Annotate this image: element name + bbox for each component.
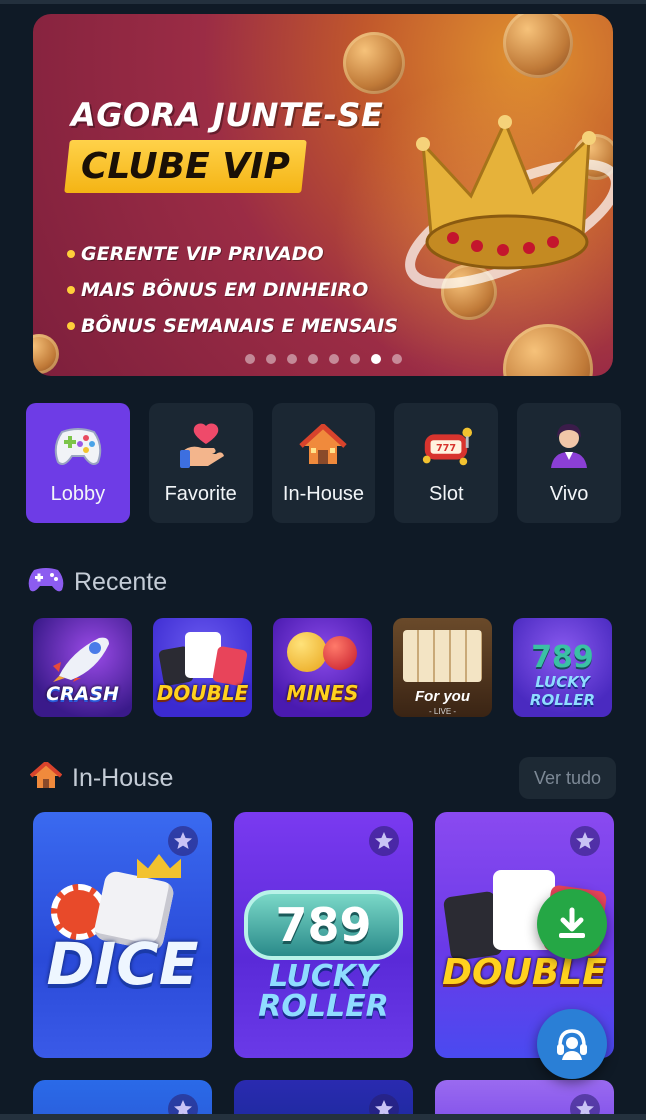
slot-reels — [403, 630, 482, 682]
banner-tag-label: CLUBE VIP — [81, 146, 290, 187]
house-icon — [296, 421, 350, 471]
game-name: For you — [415, 688, 470, 705]
tab-label: Favorite — [164, 483, 237, 505]
banner-bullet-text: BÔNUS SEMANAIS E MENSAIS — [81, 315, 399, 337]
slot-number: 789 — [531, 640, 594, 675]
bullet-dot — [67, 322, 75, 330]
banner-tag: CLUBE VIP — [64, 140, 307, 193]
category-tabs: Lobby Favorite In-House 777 Slot Vivo — [26, 403, 621, 523]
support-button[interactable] — [537, 1009, 607, 1079]
tab-vivo[interactable]: Vivo — [517, 403, 621, 523]
inhouse-games-grid: DICE 789 LUCKY ROLLER DOUBLE — [33, 812, 614, 1058]
favorite-star-icon[interactable] — [168, 826, 198, 856]
banner-title: AGORA JUNTE-SE — [71, 96, 384, 134]
game-name: DICE — [46, 930, 199, 998]
tab-lobby[interactable]: Lobby — [26, 403, 130, 523]
live-dealer-icon — [542, 421, 596, 471]
game-name: DOUBLE — [442, 952, 607, 993]
coin-decoration — [33, 334, 59, 374]
recent-game-lucky-roller[interactable]: 789 LUCKY ROLLER — [513, 618, 612, 717]
carousel-dot-active[interactable] — [371, 354, 381, 364]
tab-label: In-House — [282, 483, 365, 505]
coin-decoration — [503, 14, 573, 78]
recent-games-row: CRASH DOUBLE MINES For you - LIVE - 789 … — [33, 618, 612, 717]
favorite-star-icon[interactable] — [570, 826, 600, 856]
carousel-dot[interactable] — [392, 354, 402, 364]
coin-icon — [287, 632, 327, 672]
crown-icon — [137, 854, 181, 878]
promo-banner[interactable]: AGORA JUNTE-SE CLUBE VIP GERENTE VIP PRI… — [33, 14, 613, 376]
heart-hand-icon — [174, 421, 228, 471]
coin-decoration — [343, 32, 405, 94]
recent-section-header: Recente — [28, 566, 167, 599]
carousel-dot[interactable] — [308, 354, 318, 364]
section-title: Recente — [74, 568, 168, 596]
tab-in-house[interactable]: In-House — [271, 403, 376, 523]
tab-slot[interactable]: 777 Slot — [394, 403, 499, 523]
gamepad-icon — [28, 566, 64, 599]
tab-label: Slot — [429, 483, 464, 505]
carousel-dot[interactable] — [245, 354, 255, 364]
banner-bullet-text: MAIS BÔNUS EM DINHEIRO — [81, 279, 369, 301]
game-name: LUCKY ROLLER — [529, 673, 596, 709]
bullet-dot — [67, 250, 75, 258]
inhouse-section-header: In-House — [29, 761, 174, 795]
gamepad-icon — [51, 421, 105, 471]
carousel-dot[interactable] — [266, 354, 276, 364]
svg-text:777: 777 — [436, 443, 456, 454]
game-name: LUCKY ROLLER — [258, 959, 389, 1024]
house-icon — [29, 761, 63, 795]
tab-favorite[interactable]: Favorite — [148, 403, 253, 523]
download-icon — [559, 907, 585, 938]
carousel-dot[interactable] — [350, 354, 360, 364]
recent-game-for-you[interactable]: For you - LIVE - — [393, 618, 492, 717]
banner-bullet: MAIS BÔNUS EM DINHEIRO — [67, 272, 398, 308]
headset-icon — [557, 1029, 587, 1060]
download-button[interactable] — [537, 889, 607, 959]
favorite-star-icon[interactable] — [369, 826, 399, 856]
tab-label: Lobby — [50, 483, 106, 505]
bomb-icon — [323, 636, 357, 670]
carousel-dot[interactable] — [329, 354, 339, 364]
live-tag: - LIVE - — [428, 707, 457, 716]
game-name: CRASH — [46, 683, 119, 705]
game-name: DOUBLE — [156, 681, 249, 705]
see-all-button[interactable]: Ver tudo — [519, 757, 616, 799]
recent-game-double[interactable]: DOUBLE — [153, 618, 252, 717]
tab-label: Vivo — [549, 483, 589, 505]
recent-game-crash[interactable]: CRASH — [33, 618, 132, 717]
bottom-divider — [0, 1114, 646, 1120]
recent-game-mines[interactable]: MINES — [273, 618, 372, 717]
slot-machine-icon: 777 — [419, 421, 473, 471]
section-title: In-House — [72, 764, 174, 792]
bullet-dot — [67, 286, 75, 294]
banner-bullet-text: GERENTE VIP PRIVADO — [81, 243, 324, 265]
banner-bullet: GERENTE VIP PRIVADO — [67, 236, 398, 272]
carousel-dot[interactable] — [287, 354, 297, 364]
slot-number: 789 — [275, 898, 372, 952]
game-card-dice[interactable]: DICE — [33, 812, 212, 1058]
banner-bullets: GERENTE VIP PRIVADO MAIS BÔNUS EM DINHEI… — [67, 236, 398, 344]
crown-icon — [405, 115, 613, 289]
rocket-icon — [53, 637, 109, 682]
top-divider — [0, 0, 646, 4]
carousel-dots[interactable] — [245, 354, 402, 364]
banner-bullet: BÔNUS SEMANAIS E MENSAIS — [67, 308, 398, 344]
game-card-lucky-roller[interactable]: 789 LUCKY ROLLER — [234, 812, 413, 1058]
game-name: MINES — [286, 681, 359, 705]
